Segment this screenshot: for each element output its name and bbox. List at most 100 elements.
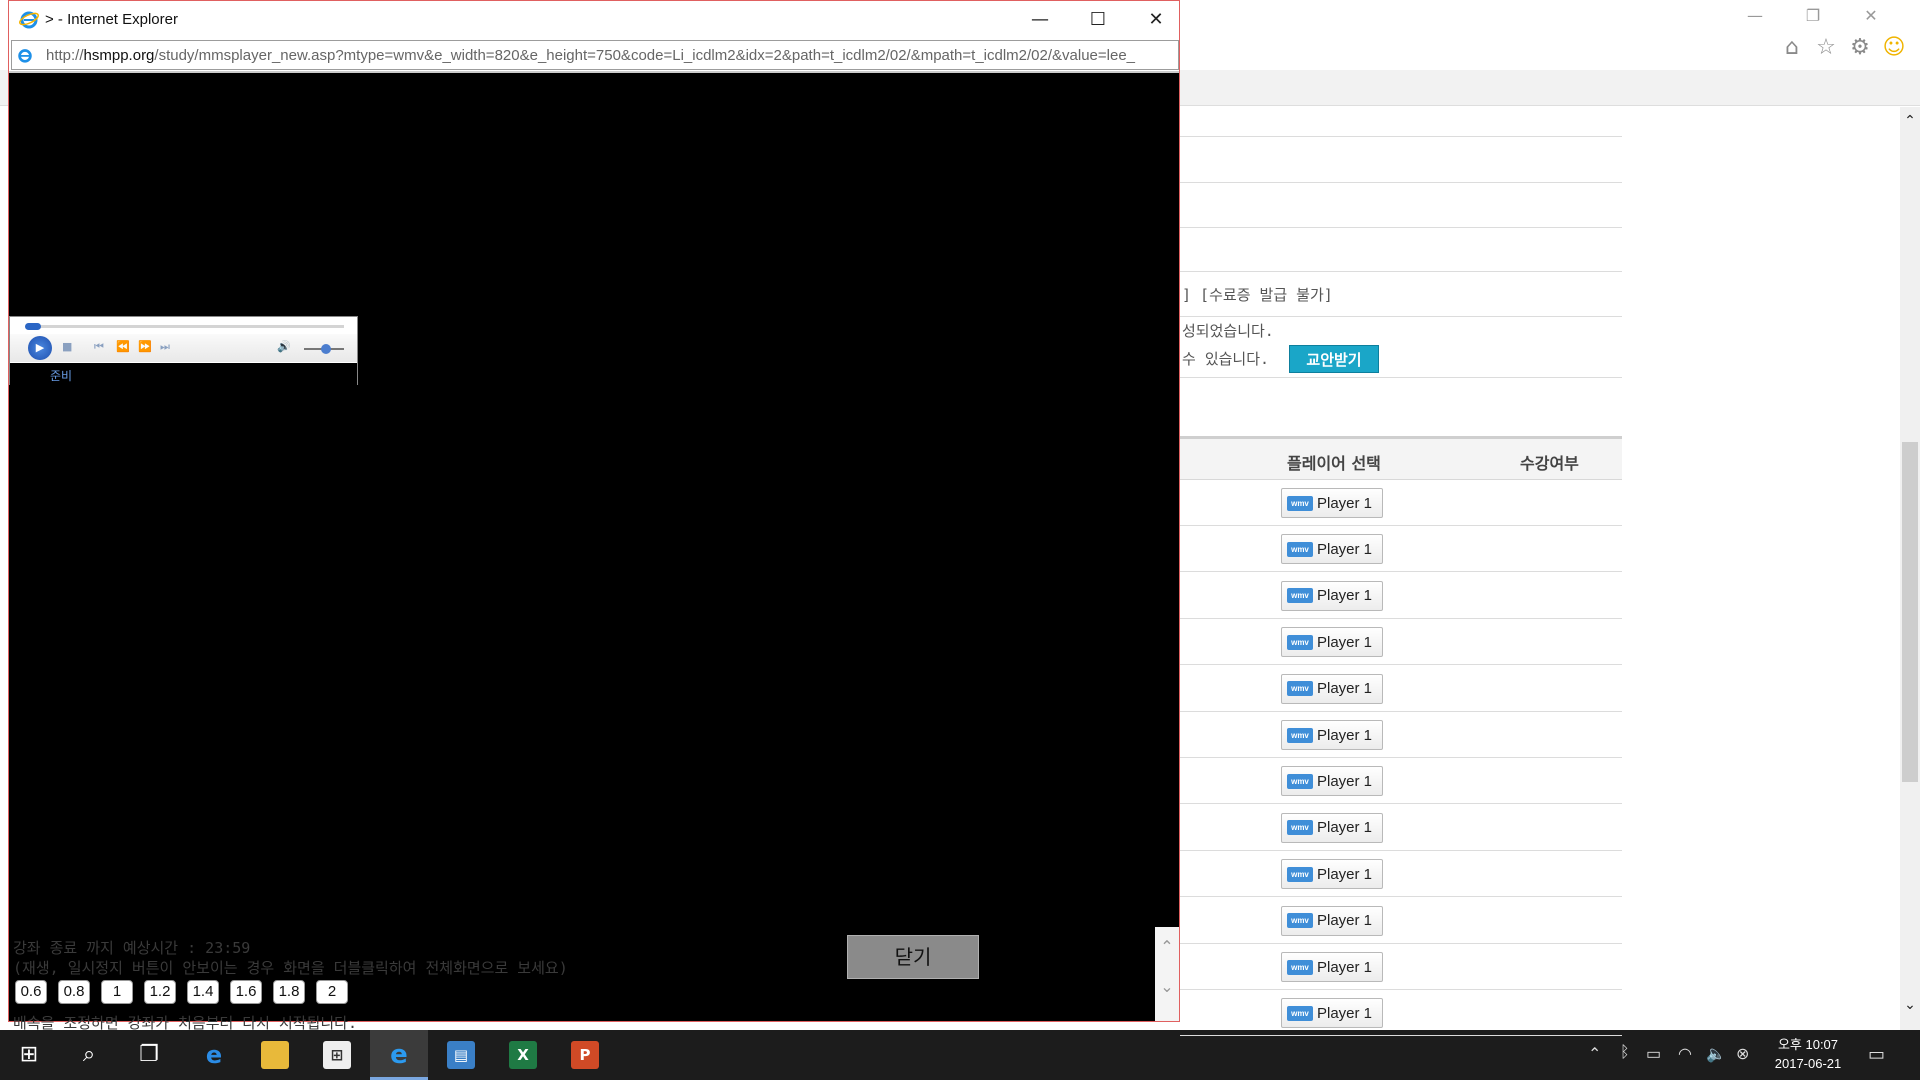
action-center-icon[interactable]: ▭ <box>1868 1044 1885 1065</box>
bg-scrollbar[interactable]: ⌃ ⌄ <box>1900 107 1920 1030</box>
speed-button[interactable]: 1.4 <box>187 980 219 1004</box>
speed-button[interactable]: 2 <box>316 980 348 1004</box>
play-button-icon[interactable]: ▶ <box>28 336 52 360</box>
speed-button[interactable]: 1.6 <box>230 980 262 1004</box>
volume-tray-icon[interactable]: 🔈 <box>1706 1044 1726 1064</box>
speed-button[interactable]: 1.2 <box>144 980 176 1004</box>
internet-explorer-taskbar-icon[interactable]: e <box>370 1030 428 1080</box>
player-1-button[interactable]: wmv Player 1 <box>1281 766 1383 797</box>
popup-title-bar[interactable]: > - Internet Explorer — ☐ ✕ <box>9 1 1179 38</box>
scroll-up-arrow-icon[interactable]: ⌃ <box>1900 113 1920 129</box>
popup-minimize-button[interactable]: — <box>1011 5 1069 35</box>
player-button-label: Player 1 <box>1317 819 1373 837</box>
seek-knob[interactable] <box>25 323 41 330</box>
player-1-button[interactable]: wmv Player 1 <box>1281 859 1383 890</box>
internet-explorer-icon <box>19 11 39 29</box>
header-player-select: 플레이어 선택 <box>1287 454 1381 473</box>
file-explorer-icon[interactable] <box>246 1030 304 1080</box>
player-1-button[interactable]: wmv Player 1 <box>1281 580 1383 611</box>
player-1-button[interactable]: wmv Player 1 <box>1281 998 1383 1029</box>
popup-scrollbar[interactable]: ⌃ ⌄ <box>1155 927 1179 1021</box>
wmv-badge-icon: wmv <box>1287 773 1313 789</box>
popup-scroll-down-icon[interactable]: ⌄ <box>1155 967 1179 1007</box>
speed-button[interactable]: 0.6 <box>15 980 47 1004</box>
bg-window-controls: — ❐ ✕ <box>1726 6 1900 25</box>
volume-icon[interactable]: 🔊 <box>277 340 291 353</box>
wmv-badge-icon: wmv <box>1287 681 1313 697</box>
wifi-icon[interactable]: ◠ <box>1678 1044 1692 1064</box>
download-handout-button[interactable]: 교안받기 <box>1289 345 1379 373</box>
powerpoint-icon[interactable]: P <box>556 1030 614 1080</box>
speed-button[interactable]: 1.8 <box>273 980 305 1004</box>
volume-knob[interactable] <box>321 344 331 354</box>
network-disconnected-icon[interactable]: ⊗ <box>1736 1044 1749 1064</box>
next-icon[interactable]: ⏭ <box>160 340 170 354</box>
lesson-row: wmv Player 1 <box>1180 898 1622 944</box>
info-line-3: 수 있습니다. <box>1182 350 1270 368</box>
fullscreen-hint-text: (재생, 일시정지 버튼이 안보이는 경우 화면을 더블클릭하여 전체화면으로 … <box>13 959 568 977</box>
scrollbar-thumb[interactable] <box>1902 442 1918 782</box>
divider <box>1180 136 1622 137</box>
bg-restore-button[interactable]: ❐ <box>1784 6 1842 25</box>
player-button-label: Player 1 <box>1317 540 1373 558</box>
media-player: ▶ ■ ⏮ ⏪ ⏩ ⏭ 🔊 준비 <box>9 316 358 385</box>
player-1-button[interactable]: wmv Player 1 <box>1281 952 1383 982</box>
lesson-row: wmv Player 1 <box>1180 480 1622 526</box>
search-icon[interactable]: ⌕ <box>60 1030 118 1080</box>
home-icon[interactable]: ⌂ <box>1780 36 1804 60</box>
player-button-label: Player 1 <box>1317 912 1373 930</box>
scroll-down-arrow-icon[interactable]: ⌄ <box>1900 997 1920 1013</box>
feedback-smiley-icon[interactable]: ☺ <box>1882 36 1906 60</box>
reader-app-icon[interactable]: ▤ <box>432 1030 490 1080</box>
player-1-button[interactable]: wmv Player 1 <box>1281 627 1383 658</box>
certificate-note: ] [수료증 발급 불가] <box>1182 286 1333 304</box>
stop-icon[interactable]: ■ <box>62 340 72 353</box>
player-button-label: Player 1 <box>1317 494 1373 512</box>
wmv-badge-icon: wmv <box>1287 1005 1313 1021</box>
system-clock[interactable]: 오후 10:07 2017-06-21 <box>1766 1035 1850 1073</box>
favorites-star-icon[interactable]: ☆ <box>1814 36 1838 60</box>
lesson-row: wmv Player 1 <box>1180 990 1622 1037</box>
popup-scroll-up-icon[interactable]: ⌃ <box>1155 927 1179 967</box>
edge-icon[interactable]: e <box>185 1030 243 1080</box>
popup-maximize-button[interactable]: ☐ <box>1069 5 1127 35</box>
wmv-badge-icon: wmv <box>1287 588 1313 604</box>
lesson-table-header: 플레이어 선택 수강여부 <box>1180 436 1622 480</box>
popup-address-bar: http://hsmpp.org/study/mmsplayer_new.asp… <box>9 38 1179 73</box>
task-view-icon[interactable]: ❐ <box>120 1030 178 1080</box>
previous-icon[interactable]: ⏮ <box>94 340 104 354</box>
wmv-badge-icon: wmv <box>1287 913 1313 929</box>
speed-button[interactable]: 1 <box>101 980 133 1004</box>
player-1-button[interactable]: wmv Player 1 <box>1281 673 1383 704</box>
player-1-button[interactable]: wmv Player 1 <box>1281 905 1383 936</box>
lesson-row: wmv Player 1 <box>1180 758 1622 805</box>
settings-gear-icon[interactable]: ⚙ <box>1848 36 1872 60</box>
lesson-row: wmv Player 1 <box>1180 573 1622 619</box>
store-icon[interactable]: ⊞ <box>308 1030 366 1080</box>
address-field[interactable]: http://hsmpp.org/study/mmsplayer_new.asp… <box>11 40 1179 70</box>
divider <box>1180 227 1622 228</box>
remaining-time-text: 강좌 종료 까지 예상시간 : 23:59 <box>13 939 251 957</box>
start-button[interactable]: ⊞ <box>0 1030 58 1080</box>
popup-close-button[interactable]: ✕ <box>1127 5 1185 35</box>
bg-close-button[interactable]: ✕ <box>1842 6 1900 25</box>
player-1-button[interactable]: wmv Player 1 <box>1281 488 1383 518</box>
bg-minimize-button[interactable]: — <box>1726 6 1784 25</box>
wmv-badge-icon: wmv <box>1287 866 1313 882</box>
rewind-icon[interactable]: ⏪ <box>116 340 130 353</box>
battery-icon[interactable]: ▭ <box>1646 1044 1661 1064</box>
player-1-button[interactable]: wmv Player 1 <box>1281 534 1383 565</box>
url-text: http://hsmpp.org/study/mmsplayer_new.asp… <box>46 46 1136 64</box>
player-1-button[interactable]: wmv Player 1 <box>1281 812 1383 843</box>
divider <box>1180 271 1622 272</box>
player-status-text: 준비 <box>50 369 73 383</box>
divider <box>1180 182 1622 183</box>
speed-button[interactable]: 0.8 <box>58 980 90 1004</box>
seek-bar[interactable] <box>26 325 344 328</box>
player-1-button[interactable]: wmv Player 1 <box>1281 720 1383 750</box>
fast-forward-icon[interactable]: ⏩ <box>138 340 152 353</box>
close-player-button[interactable]: 닫기 <box>847 935 979 979</box>
excel-icon[interactable]: X <box>494 1030 552 1080</box>
bluetooth-icon[interactable]: ᛒ <box>1620 1044 1630 1062</box>
show-hidden-icons-icon[interactable]: ⌃ <box>1588 1044 1601 1064</box>
